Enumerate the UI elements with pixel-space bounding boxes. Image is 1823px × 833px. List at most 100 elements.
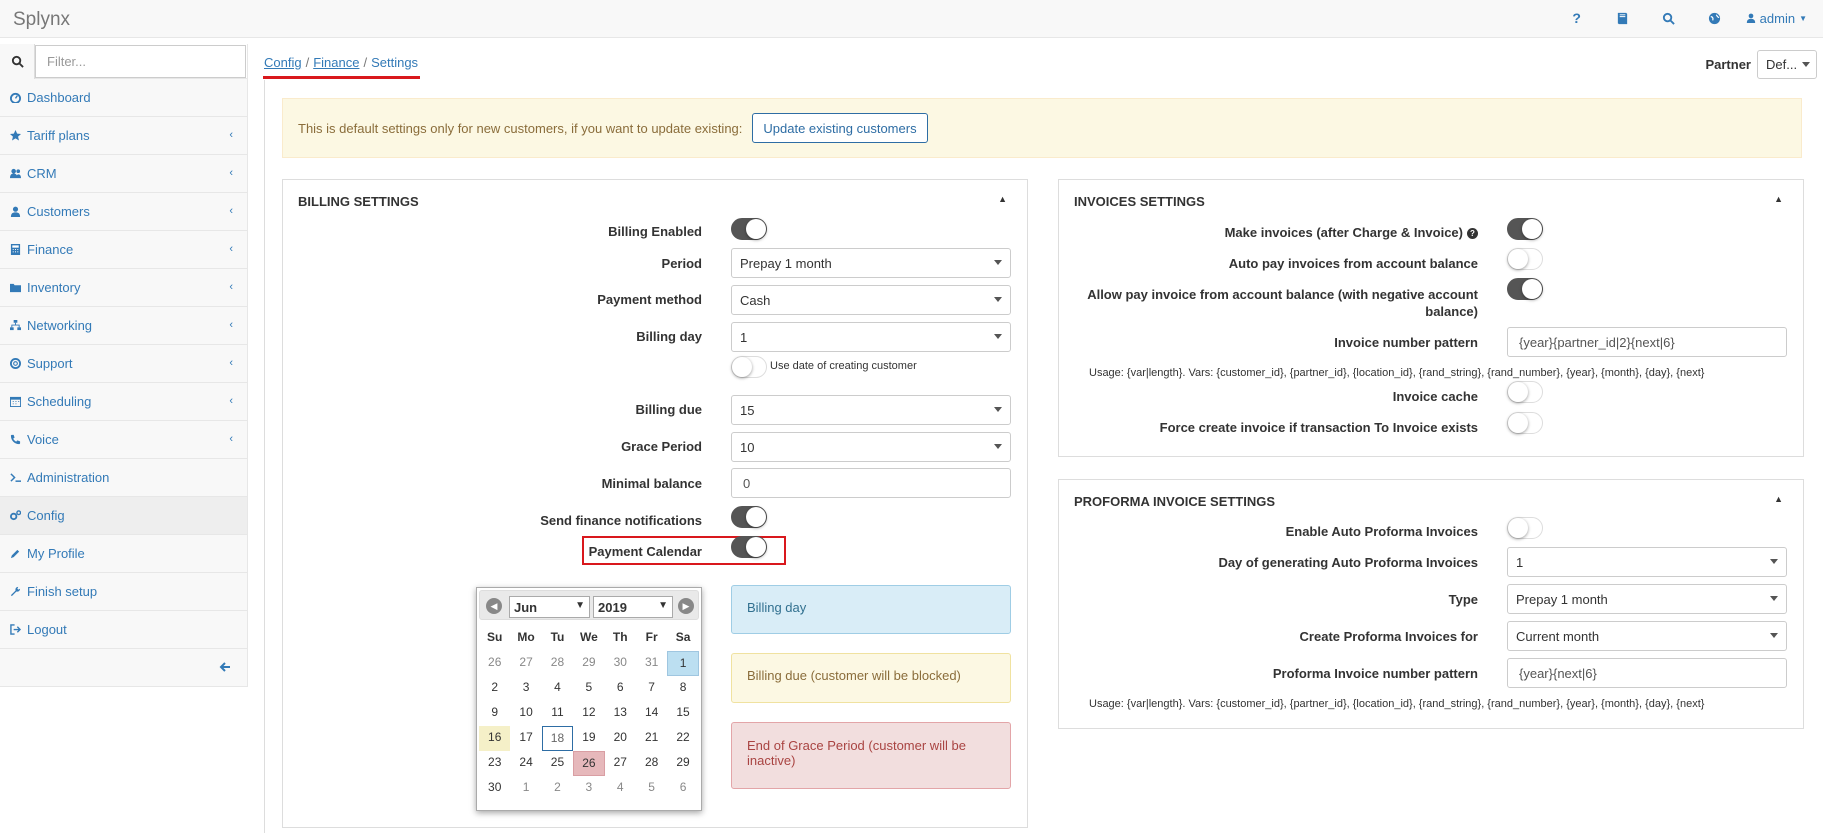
invoice-cache-toggle[interactable] (1507, 381, 1543, 403)
breadcrumb-finance[interactable]: Finance (313, 55, 359, 70)
use-creation-date-toggle[interactable] (731, 356, 767, 378)
filter-input[interactable]: Filter... (35, 45, 246, 78)
collapse-caret-icon[interactable]: ▲ (1774, 494, 1783, 504)
proforma-type-select[interactable]: Prepay 1 month (1507, 584, 1787, 614)
enable-auto-proforma-toggle[interactable] (1507, 517, 1543, 539)
calendar-day[interactable]: 25 (542, 751, 573, 776)
billing-day-select[interactable]: 1 (731, 322, 1011, 352)
calendar-day[interactable]: 2 (479, 676, 510, 701)
sidebar-item-dashboard[interactable]: Dashboard (0, 79, 247, 117)
calendar-day[interactable]: 14 (636, 701, 667, 726)
prev-month-icon[interactable]: ◀ (486, 598, 502, 614)
brand-logo[interactable]: Splynx (13, 9, 70, 31)
sidebar-item-networking[interactable]: Networking ‹ (0, 307, 247, 345)
sidebar-item-finish-setup[interactable]: Finish setup (0, 573, 247, 611)
breadcrumb-config[interactable]: Config (264, 55, 302, 70)
payment-method-select[interactable]: Cash (731, 285, 1011, 315)
collapse-caret-icon[interactable]: ▲ (998, 194, 1007, 204)
calendar-day[interactable]: 4 (542, 676, 573, 701)
help-icon[interactable]: ? (1467, 228, 1478, 240)
sidebar-item-voice[interactable]: Voice ‹ (0, 421, 247, 459)
sidebar-item-customers[interactable]: Customers ‹ (0, 193, 247, 231)
sidebar-item-logout[interactable]: Logout (0, 611, 247, 649)
collapse-caret-icon[interactable]: ▲ (1774, 194, 1783, 204)
calendar-day[interactable]: 12 (573, 701, 604, 726)
help-icon[interactable]: ? (1554, 10, 1600, 26)
calendar-day[interactable]: 11 (542, 701, 573, 726)
book-icon[interactable] (1600, 12, 1646, 25)
sidebar-item-crm[interactable]: CRM ‹ (0, 155, 247, 193)
sidebar-collapse-button[interactable] (0, 649, 247, 685)
partner-select[interactable]: Def... (1757, 50, 1817, 79)
send-notifications-toggle[interactable] (731, 506, 767, 528)
calendar-day[interactable]: 20 (605, 726, 636, 751)
calendar-day[interactable]: 17 (510, 726, 541, 751)
sidebar-item-scheduling[interactable]: Scheduling ‹ (0, 383, 247, 421)
grace-period-select[interactable]: 10 (731, 432, 1011, 462)
calendar-day[interactable]: 6 (605, 676, 636, 701)
calendar-day[interactable]: 3 (573, 776, 604, 801)
calendar-day[interactable]: 15 (667, 701, 698, 726)
calendar-day[interactable]: 21 (636, 726, 667, 751)
calendar-day[interactable]: 13 (605, 701, 636, 726)
invoice-number-pattern-input[interactable]: {year}{partner_id|2}{next|6} (1507, 327, 1787, 357)
month-select[interactable]: Jun ▼ (509, 596, 590, 618)
calendar-day[interactable]: 5 (573, 676, 604, 701)
search-icon[interactable] (1646, 12, 1692, 25)
create-for-select[interactable]: Current month (1507, 621, 1787, 651)
calendar-day[interactable]: 22 (667, 726, 698, 751)
sidebar-item-my-profile[interactable]: My Profile (0, 535, 247, 573)
calendar-day[interactable]: 1 (667, 651, 699, 676)
user-menu[interactable]: admin ▼ (1746, 11, 1807, 26)
calendar-day[interactable]: 30 (479, 776, 510, 801)
calendar-day[interactable]: 28 (542, 651, 573, 676)
sidebar-item-inventory[interactable]: Inventory ‹ (0, 269, 247, 307)
calendar-day[interactable]: 16 (479, 726, 511, 751)
calendar-day[interactable]: 30 (605, 651, 636, 676)
globe-icon[interactable] (1692, 12, 1738, 25)
calendar-day[interactable]: 3 (510, 676, 541, 701)
update-existing-customers-button[interactable]: Update existing customers (752, 113, 928, 143)
calendar-day[interactable]: 29 (667, 751, 698, 776)
calendar-day[interactable]: 19 (573, 726, 604, 751)
arrow-left-icon (219, 662, 230, 672)
auto-pay-toggle[interactable] (1507, 248, 1543, 270)
calendar-day[interactable]: 10 (510, 701, 541, 726)
sidebar-item-finance[interactable]: Finance ‹ (0, 231, 247, 269)
calendar-day[interactable]: 1 (510, 776, 541, 801)
calendar-day[interactable]: 28 (636, 751, 667, 776)
minimal-balance-input[interactable]: 0 (731, 468, 1011, 498)
calendar-day[interactable]: 27 (605, 751, 636, 776)
year-select[interactable]: 2019 ▼ (593, 596, 673, 618)
calendar-day[interactable]: 27 (510, 651, 541, 676)
day-generating-select[interactable]: 1 (1507, 547, 1787, 577)
period-select[interactable]: Prepay 1 month (731, 248, 1011, 278)
calendar-day[interactable]: 31 (636, 651, 667, 676)
search-icon[interactable] (0, 44, 35, 79)
billing-due-select[interactable]: 15 (731, 395, 1011, 425)
payment-calendar-toggle[interactable] (731, 536, 767, 558)
calendar-day[interactable]: 9 (479, 701, 510, 726)
proforma-number-pattern-input[interactable]: {year}{next|6} (1507, 658, 1787, 688)
sidebar-item-support[interactable]: Support ‹ (0, 345, 247, 383)
sidebar-item-tariff-plans[interactable]: Tariff plans ‹ (0, 117, 247, 155)
calendar-day[interactable]: 26 (573, 751, 605, 776)
sidebar-item-config[interactable]: Config (0, 497, 247, 535)
calendar-day[interactable]: 26 (479, 651, 510, 676)
calendar-day[interactable]: 2 (542, 776, 573, 801)
calendar-day[interactable]: 23 (479, 751, 510, 776)
calendar-day[interactable]: 8 (667, 676, 698, 701)
calendar-day[interactable]: 18 (541, 726, 574, 751)
make-invoices-toggle[interactable] (1507, 218, 1543, 240)
allow-negative-toggle[interactable] (1507, 278, 1543, 300)
force-create-toggle[interactable] (1507, 412, 1543, 434)
calendar-day[interactable]: 29 (573, 651, 604, 676)
calendar-day[interactable]: 4 (605, 776, 636, 801)
calendar-day[interactable]: 6 (667, 776, 698, 801)
billing-enabled-toggle[interactable] (731, 218, 767, 240)
calendar-day[interactable]: 5 (636, 776, 667, 801)
sidebar-item-administration[interactable]: Administration (0, 459, 247, 497)
calendar-day[interactable]: 24 (510, 751, 541, 776)
next-month-icon[interactable]: ▶ (678, 598, 694, 614)
calendar-day[interactable]: 7 (636, 676, 667, 701)
